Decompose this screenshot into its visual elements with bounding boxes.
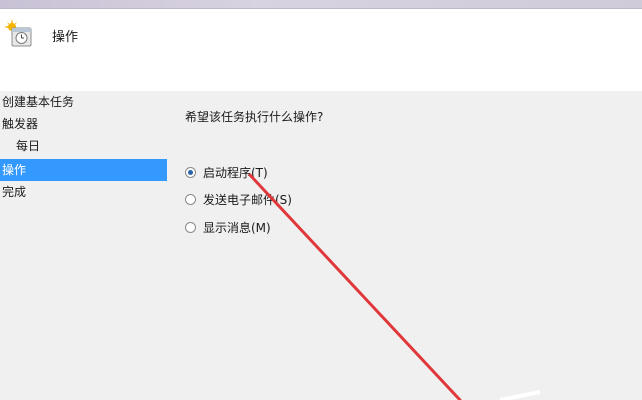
option-show-message-label[interactable]: 显示消息(M) <box>203 219 271 236</box>
sidebar-item-trigger[interactable]: 触发器 <box>0 113 167 135</box>
sidebar-item-finish[interactable]: 完成 <box>0 181 167 203</box>
radio-show-message[interactable] <box>185 221 196 233</box>
sidebar-item-action[interactable]: 操作 <box>0 159 167 181</box>
page-title: 操作 <box>52 30 79 45</box>
radio-send-email[interactable] <box>185 193 196 205</box>
action-panel: 希望该任务执行什么操作? 启动程序(T) 发送电子邮件(S) 显示消息(M) <box>185 91 625 400</box>
sidebar-item-create-basic-task[interactable]: 创建基本任务 <box>0 91 167 113</box>
create-basic-task-wizard: 操作 创建基本任务 触发器 每日 操作 完成 希望该任务执行什么操作? 启动程序… <box>0 0 642 400</box>
option-send-email[interactable]: 发送电子邮件(S) <box>185 191 292 207</box>
title-bar <box>0 0 642 9</box>
wizard-content: 创建基本任务 触发器 每日 操作 完成 希望该任务执行什么操作? 启动程序(T)… <box>0 91 642 400</box>
wizard-header: 操作 <box>0 9 642 92</box>
sidebar-item-daily[interactable]: 每日 <box>0 135 167 157</box>
option-start-program-label[interactable]: 启动程序(T) <box>203 164 268 181</box>
option-start-program[interactable]: 启动程序(T) <box>185 164 268 180</box>
option-send-email-label[interactable]: 发送电子邮件(S) <box>203 191 292 208</box>
wizard-steps-sidebar: 创建基本任务 触发器 每日 操作 完成 <box>0 91 167 400</box>
task-scheduler-icon <box>4 19 32 47</box>
option-show-message[interactable]: 显示消息(M) <box>185 219 271 235</box>
action-question: 希望该任务执行什么操作? <box>185 110 324 124</box>
radio-start-program[interactable] <box>185 166 196 178</box>
